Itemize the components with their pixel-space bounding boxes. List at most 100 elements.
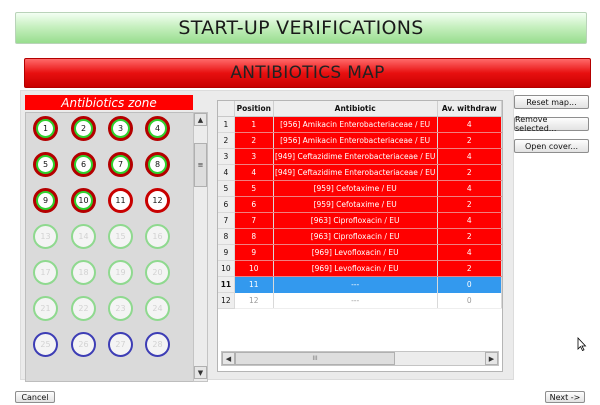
row-number-cell[interactable]: 8 — [218, 228, 235, 245]
reset-map-button[interactable]: Reset map... — [514, 95, 589, 109]
h-scroll-thumb[interactable]: III — [235, 352, 395, 365]
antibiotic-position-12[interactable]: 12 — [145, 188, 170, 213]
scroll-down-icon[interactable]: ▼ — [194, 366, 207, 379]
antibiotic-position-22[interactable]: 22 — [71, 296, 96, 321]
antibiotic-cell[interactable]: [963] Ciprofloxacin / EU — [273, 228, 438, 245]
remove-selected-button[interactable]: Remove selected... — [514, 115, 589, 133]
antibiotic-position-7[interactable]: 7 — [108, 152, 133, 177]
scroll-thumb[interactable]: ≡ — [194, 143, 207, 187]
antibiotic-position-6[interactable]: 6 — [71, 152, 96, 177]
antibiotic-position-24[interactable]: 24 — [145, 296, 170, 321]
open-cover-button[interactable]: Open cover... — [514, 139, 589, 153]
withdraw-cell[interactable]: 2 — [437, 260, 502, 277]
antibiotic-position-19[interactable]: 19 — [108, 260, 133, 285]
antibiotic-position-14[interactable]: 14 — [71, 224, 96, 249]
next-button[interactable]: Next -> — [545, 391, 585, 403]
antibiotic-position-3[interactable]: 3 — [108, 116, 133, 141]
row-number-cell[interactable]: 4 — [218, 164, 235, 181]
antibiotic-cell[interactable]: [963] Ciprofloxacin / EU — [273, 212, 438, 229]
antibiotic-header[interactable]: Antibiotic — [273, 101, 438, 117]
antibiotic-position-4[interactable]: 4 — [145, 116, 170, 141]
withdraw-cell[interactable]: 4 — [437, 180, 502, 197]
row-number-cell[interactable]: 1 — [218, 116, 235, 133]
antibiotic-cell[interactable]: [956] Amikacin Enterobacteriaceae / EU — [273, 116, 438, 133]
withdraw-cell[interactable]: 2 — [437, 228, 502, 245]
antibiotic-position-23[interactable]: 23 — [108, 296, 133, 321]
scroll-left-icon[interactable]: ◀ — [222, 352, 235, 365]
antibiotic-position-2[interactable]: 2 — [71, 116, 96, 141]
table-row[interactable]: 6 6 [959] Cefotaxime / EU 2 — [218, 196, 502, 213]
antibiotic-cell[interactable]: --- — [273, 276, 438, 293]
antibiotic-position-9[interactable]: 9 — [33, 188, 58, 213]
row-number-cell[interactable]: 9 — [218, 244, 235, 261]
antibiotic-position-18[interactable]: 18 — [71, 260, 96, 285]
row-number-cell[interactable]: 2 — [218, 132, 235, 149]
position-cell[interactable]: 5 — [234, 180, 274, 197]
withdraw-cell[interactable]: 4 — [437, 244, 502, 261]
antibiotic-position-10[interactable]: 10 — [71, 188, 96, 213]
table-row[interactable]: 11 11 --- 0 — [218, 276, 502, 293]
position-cell[interactable]: 12 — [234, 292, 274, 309]
table-row[interactable]: 4 4 [949] Ceftazidime Enterobacteriaceae /… — [218, 164, 502, 181]
withdraw-cell[interactable]: 0 — [437, 276, 502, 293]
position-cell[interactable]: 4 — [234, 164, 274, 181]
antibiotic-position-17[interactable]: 17 — [33, 260, 58, 285]
zone-vertical-scrollbar[interactable]: ▲ ≡ ▼ — [193, 112, 208, 382]
row-number-cell[interactable]: 7 — [218, 212, 235, 229]
position-cell[interactable]: 8 — [234, 228, 274, 245]
antibiotic-position-1[interactable]: 1 — [33, 116, 58, 141]
table-row[interactable]: 9 9 [969] Levofloxacin / EU 4 — [218, 244, 502, 261]
withdraw-cell[interactable]: 4 — [437, 212, 502, 229]
position-cell[interactable]: 6 — [234, 196, 274, 213]
scroll-up-icon[interactable]: ▲ — [194, 113, 207, 126]
table-row[interactable]: 2 2 [956] Amikacin Enterobacteriaceae / EU… — [218, 132, 502, 149]
antibiotic-position-28[interactable]: 28 — [145, 332, 170, 357]
antibiotic-cell[interactable]: [959] Cefotaxime / EU — [273, 180, 438, 197]
antibiotic-position-15[interactable]: 15 — [108, 224, 133, 249]
row-number-cell[interactable]: 10 — [218, 260, 235, 277]
withdraw-cell[interactable]: 2 — [437, 164, 502, 181]
position-cell[interactable]: 2 — [234, 132, 274, 149]
withdraw-cell[interactable]: 2 — [437, 132, 502, 149]
position-cell[interactable]: 3 — [234, 148, 274, 165]
row-number-cell[interactable]: 6 — [218, 196, 235, 213]
row-number-cell[interactable]: 5 — [218, 180, 235, 197]
position-cell[interactable]: 10 — [234, 260, 274, 277]
table-horizontal-scrollbar[interactable]: ◀ III ▶ — [221, 351, 499, 366]
antibiotic-cell[interactable]: [959] Cefotaxime / EU — [273, 196, 438, 213]
position-cell[interactable]: 7 — [234, 212, 274, 229]
withdraw-cell[interactable]: 0 — [437, 292, 502, 309]
cancel-button[interactable]: Cancel — [15, 391, 55, 403]
antibiotic-cell[interactable]: [956] Amikacin Enterobacteriaceae / EU — [273, 132, 438, 149]
antibiotic-position-13[interactable]: 13 — [33, 224, 58, 249]
position-header[interactable]: Position — [234, 101, 274, 117]
antibiotic-cell[interactable]: [969] Levofloxacin / EU — [273, 260, 438, 277]
antibiotic-position-20[interactable]: 20 — [145, 260, 170, 285]
table-row[interactable]: 3 3 [949] Ceftazidime Enterobacteriaceae /… — [218, 148, 502, 165]
antibiotic-position-26[interactable]: 26 — [71, 332, 96, 357]
row-number-cell[interactable]: 11 — [218, 276, 235, 293]
antibiotic-cell[interactable]: [949] Ceftazidime Enterobacteriaceae / E… — [273, 164, 438, 181]
withdraw-cell[interactable]: 2 — [437, 196, 502, 213]
antibiotic-position-16[interactable]: 16 — [145, 224, 170, 249]
withdraw-header[interactable]: Av. withdraw — [437, 101, 502, 117]
position-cell[interactable]: 9 — [234, 244, 274, 261]
table-row[interactable]: 12 12 --- 0 — [218, 292, 502, 309]
position-cell[interactable]: 11 — [234, 276, 274, 293]
position-cell[interactable]: 1 — [234, 116, 274, 133]
row-number-cell[interactable]: 12 — [218, 292, 235, 309]
antibiotic-position-21[interactable]: 21 — [33, 296, 58, 321]
antibiotic-cell[interactable]: [949] Ceftazidime Enterobacteriaceae / E… — [273, 148, 438, 165]
table-row[interactable]: 10 10 [969] Levofloxacin / EU 2 — [218, 260, 502, 277]
antibiotic-position-27[interactable]: 27 — [108, 332, 133, 357]
table-row[interactable]: 8 8 [963] Ciprofloxacin / EU 2 — [218, 228, 502, 245]
scroll-right-icon[interactable]: ▶ — [485, 352, 498, 365]
row-number-cell[interactable]: 3 — [218, 148, 235, 165]
table-row[interactable]: 7 7 [963] Ciprofloxacin / EU 4 — [218, 212, 502, 229]
antibiotic-position-25[interactable]: 25 — [33, 332, 58, 357]
withdraw-cell[interactable]: 4 — [437, 148, 502, 165]
antibiotic-position-8[interactable]: 8 — [145, 152, 170, 177]
antibiotic-position-5[interactable]: 5 — [33, 152, 58, 177]
table-row[interactable]: 5 5 [959] Cefotaxime / EU 4 — [218, 180, 502, 197]
table-row[interactable]: 1 1 [956] Amikacin Enterobacteriaceae / EU… — [218, 116, 502, 133]
